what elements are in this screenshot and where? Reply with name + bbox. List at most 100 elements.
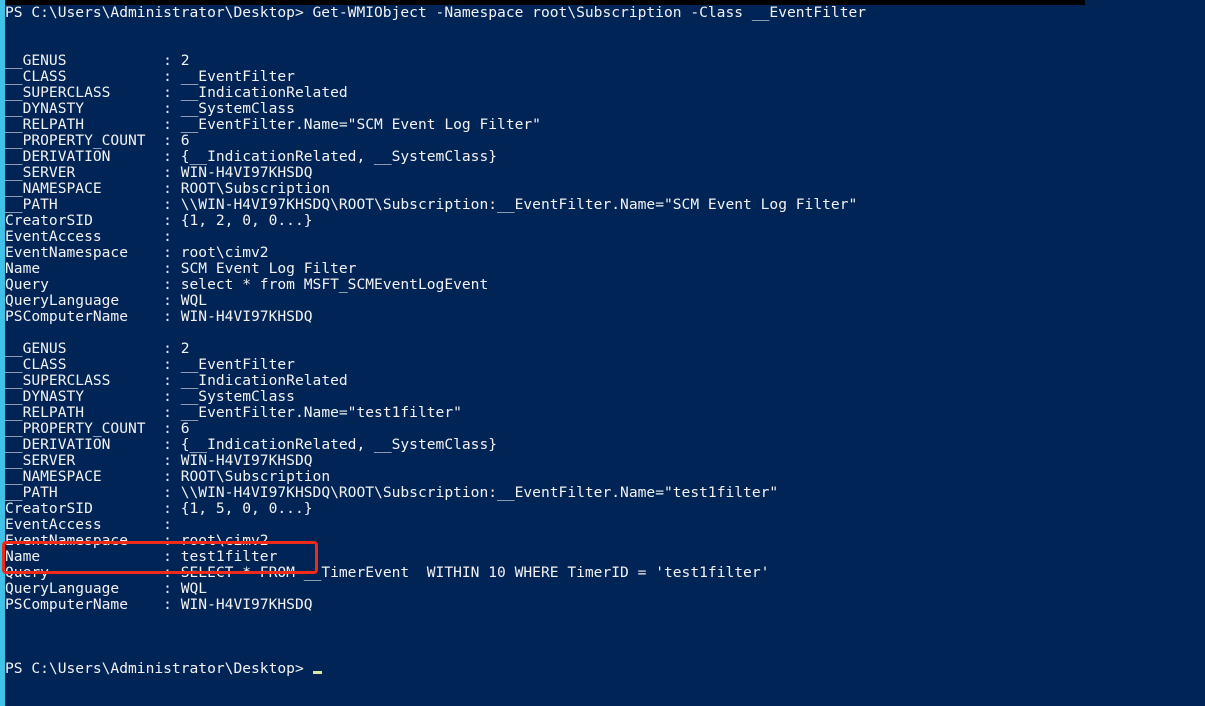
field-separator: : xyxy=(163,292,181,309)
field-key: __NAMESPACE xyxy=(5,180,164,197)
field-key: __DERIVATION xyxy=(5,148,164,165)
field-separator: : xyxy=(163,52,181,69)
field-separator: : xyxy=(163,548,181,565)
field-separator: : xyxy=(163,276,181,293)
console-scrollbar[interactable] xyxy=(0,0,5,706)
record-field-server: __SERVER : WIN-H4VI97KHSDQ xyxy=(5,453,1205,469)
field-key: __GENUS xyxy=(5,52,164,69)
field-separator: : xyxy=(163,84,181,101)
field-value: __EventFilter xyxy=(180,68,295,85)
record-field-derivation: __DERIVATION : {__IndicationRelated, __S… xyxy=(5,437,1205,453)
record-field-genus: __GENUS : 2 xyxy=(5,341,1205,357)
record-field-class: __CLASS : __EventFilter xyxy=(5,69,1205,85)
console-text-buffer[interactable]: PS C:\Users\Administrator\Desktop> Get-W… xyxy=(5,5,1205,677)
field-separator: : xyxy=(163,580,181,597)
record-field-superclass: __SUPERCLASS : __IndicationRelated xyxy=(5,373,1205,389)
field-key: __SERVER xyxy=(5,164,164,181)
field-value: test1filter xyxy=(180,548,278,565)
field-separator: : xyxy=(163,564,181,581)
record-field-superclass: __SUPERCLASS : __IndicationRelated xyxy=(5,85,1205,101)
record-field-propertycount: __PROPERTY_COUNT : 6 xyxy=(5,133,1205,149)
record-field-creatorsid: CreatorSID : {1, 5, 0, 0...} xyxy=(5,501,1205,517)
field-value: __EventFilter xyxy=(180,356,295,373)
field-value: \\WIN-H4VI97KHSDQ\ROOT\Subscription:__Ev… xyxy=(180,196,858,213)
record-field-eventaccess: EventAccess : xyxy=(5,517,1205,533)
record-field-eventaccess: EventAccess : xyxy=(5,229,1205,245)
text-cursor xyxy=(312,671,322,674)
field-key: __GENUS xyxy=(5,340,164,357)
field-separator: : xyxy=(163,356,181,373)
field-value: WIN-H4VI97KHSDQ xyxy=(180,452,313,469)
command-line: PS C:\Users\Administrator\Desktop> Get-W… xyxy=(5,5,1205,21)
record-field-path: __PATH : \\WIN-H4VI97KHSDQ\ROOT\Subscrip… xyxy=(5,485,1205,501)
field-separator: : xyxy=(163,100,181,117)
field-value: __EventFilter.Name="SCM Event Log Filter… xyxy=(180,116,541,133)
prompt-text: PS C:\Users\Administrator\Desktop> xyxy=(5,4,304,21)
field-separator: : xyxy=(163,516,181,533)
field-separator: : xyxy=(163,404,181,421)
field-separator: : xyxy=(163,244,181,261)
record-field-query: Query : select * from MSFT_SCMEventLogEv… xyxy=(5,277,1205,293)
field-key: CreatorSID xyxy=(5,212,164,229)
field-key: __DYNASTY xyxy=(5,100,164,117)
field-value: 2 xyxy=(180,52,190,69)
field-key: Name xyxy=(5,548,164,565)
field-separator: : xyxy=(163,164,181,181)
record-field-name: Name : test1filter xyxy=(5,549,1205,565)
field-value: SELECT * FROM __TimerEvent WITHIN 10 WHE… xyxy=(180,564,770,581)
field-value: __IndicationRelated xyxy=(180,84,348,101)
record-field-name: Name : SCM Event Log Filter xyxy=(5,261,1205,277)
record-field-genus: __GENUS : 2 xyxy=(5,53,1205,69)
field-key: Query xyxy=(5,564,164,581)
field-separator: : xyxy=(163,452,181,469)
record-field-namespace: __NAMESPACE : ROOT\Subscription xyxy=(5,469,1205,485)
field-key: __DERIVATION xyxy=(5,436,164,453)
field-value: \\WIN-H4VI97KHSDQ\ROOT\Subscription:__Ev… xyxy=(180,484,779,501)
field-value: {1, 5, 0, 0...} xyxy=(180,500,313,517)
record-field-query: Query : SELECT * FROM __TimerEvent WITHI… xyxy=(5,565,1205,581)
field-key: __PATH xyxy=(5,484,164,501)
field-key: PSComputerName xyxy=(5,308,164,325)
field-key: __RELPATH xyxy=(5,404,164,421)
powershell-console-window[interactable]: PS C:\Users\Administrator\Desktop> Get-W… xyxy=(0,0,1205,706)
field-value: root\cimv2 xyxy=(180,244,269,261)
field-key: __RELPATH xyxy=(5,116,164,133)
field-key: __NAMESPACE xyxy=(5,468,164,485)
entered-command: Get-WMIObject -Namespace root\Subscripti… xyxy=(303,4,867,21)
record-field-dynasty: __DYNASTY : __SystemClass xyxy=(5,101,1205,117)
field-separator: : xyxy=(163,340,181,357)
field-value: 2 xyxy=(180,340,190,357)
field-key: Query xyxy=(5,276,164,293)
final-prompt-text: PS C:\Users\Administrator\Desktop> xyxy=(5,660,313,677)
field-separator: : xyxy=(163,148,181,165)
field-key: __SUPERCLASS xyxy=(5,372,164,389)
field-separator: : xyxy=(163,308,181,325)
field-value: select * from MSFT_SCMEventLogEvent xyxy=(180,276,489,293)
field-separator: : xyxy=(163,468,181,485)
field-key: CreatorSID xyxy=(5,500,164,517)
field-value: ROOT\Subscription xyxy=(180,180,331,197)
record-field-server: __SERVER : WIN-H4VI97KHSDQ xyxy=(5,165,1205,181)
record-field-propertycount: __PROPERTY_COUNT : 6 xyxy=(5,421,1205,437)
field-value: WQL xyxy=(180,580,208,597)
field-value: WIN-H4VI97KHSDQ xyxy=(180,596,313,613)
field-key: EventAccess xyxy=(5,516,164,533)
record-field-querylanguage: QueryLanguage : WQL xyxy=(5,293,1205,309)
field-separator: : xyxy=(163,260,181,277)
field-key: QueryLanguage xyxy=(5,292,164,309)
field-key: __CLASS xyxy=(5,356,164,373)
field-separator: : xyxy=(163,228,181,245)
field-value: {1, 2, 0, 0...} xyxy=(180,212,313,229)
record-field-pscomputername: PSComputerName : WIN-H4VI97KHSDQ xyxy=(5,597,1205,613)
field-key: EventNamespace xyxy=(5,244,164,261)
field-separator: : xyxy=(163,372,181,389)
field-separator: : xyxy=(163,596,181,613)
record-field-class: __CLASS : __EventFilter xyxy=(5,357,1205,373)
record-field-eventnamespace: EventNamespace : root\cimv2 xyxy=(5,533,1205,549)
record-field-path: __PATH : \\WIN-H4VI97KHSDQ\ROOT\Subscrip… xyxy=(5,197,1205,213)
field-separator: : xyxy=(163,484,181,501)
